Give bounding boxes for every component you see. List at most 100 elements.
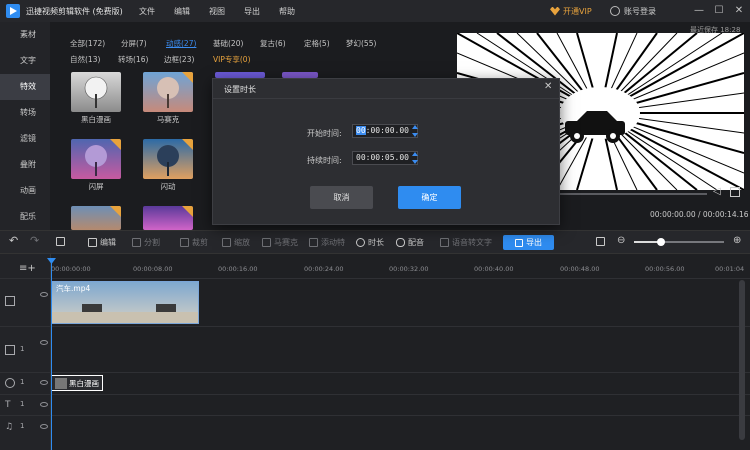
login-label: 账号登录 <box>624 6 656 16</box>
menu-help[interactable]: 帮助 <box>279 6 295 17</box>
start-time-hours: 00 <box>356 126 366 135</box>
speech-icon <box>440 238 449 247</box>
ruler-label: 00:00:24.00 <box>304 265 344 273</box>
category-all[interactable]: 全部(172) <box>70 38 105 49</box>
sidebar-item-media[interactable]: 素材 <box>0 22 50 48</box>
edit-icon <box>88 238 97 247</box>
voice-button[interactable]: 配音 <box>396 237 424 248</box>
speech-label: 语音转文字 <box>452 238 492 247</box>
snapshot-icon[interactable] <box>596 237 605 246</box>
eye-icon[interactable] <box>40 424 48 429</box>
sidebar-item-overlay[interactable]: 叠附 <box>0 152 50 178</box>
delete-button[interactable] <box>56 237 65 246</box>
microphone-icon <box>396 238 405 247</box>
start-time-rest: :00:00.00 <box>365 126 409 135</box>
split-button[interactable]: 分割 <box>132 237 160 248</box>
start-time-spinner[interactable] <box>411 125 418 137</box>
track-divider <box>0 415 750 416</box>
speech-to-text-button[interactable]: 语音转文字 <box>440 237 492 248</box>
export-button[interactable]: 导出 <box>503 235 554 250</box>
duration-spinner[interactable] <box>411 152 418 164</box>
category-retro[interactable]: 复古(6) <box>260 38 286 49</box>
sidebar-item-music[interactable]: 配乐 <box>0 204 50 230</box>
maximize-button[interactable]: ☐ <box>712 4 726 18</box>
edit-label: 编辑 <box>100 238 116 247</box>
category-basic[interactable]: 基础(20) <box>213 38 243 49</box>
mosaic-button[interactable]: 马赛克 <box>262 237 298 248</box>
close-icon[interactable]: ✕ <box>544 81 552 92</box>
crop-icon <box>180 238 189 247</box>
effect-thumbnail-mosaic[interactable] <box>143 72 193 112</box>
effect-clip[interactable]: 黑白漫画 <box>51 375 103 391</box>
ruler-label: 00:00:16.00 <box>218 265 258 273</box>
sidebar-item-text[interactable]: 文字 <box>0 48 50 74</box>
timeline-zoom-handle[interactable] <box>657 238 665 246</box>
category-split[interactable]: 分屏(7) <box>121 38 147 49</box>
split-label: 分割 <box>144 238 160 247</box>
confirm-button[interactable]: 确定 <box>398 186 461 209</box>
volume-icon[interactable]: ◁ <box>713 186 725 198</box>
zoom-in-icon[interactable]: ⊕ <box>733 235 741 246</box>
edit-button[interactable]: 编辑 <box>88 237 116 248</box>
redo-icon[interactable]: ↷ <box>30 234 39 247</box>
cancel-button[interactable]: 取消 <box>310 186 373 209</box>
duration-button[interactable]: 时长 <box>356 237 384 248</box>
mosaic-icon <box>262 238 271 247</box>
close-window-button[interactable]: ✕ <box>732 4 746 18</box>
category-transition[interactable]: 转场(16) <box>118 54 148 65</box>
minimize-button[interactable]: — <box>692 4 706 18</box>
add-track-icon[interactable]: ≡+ <box>19 263 36 274</box>
sidebar-item-effects[interactable]: 特效 <box>0 74 50 100</box>
menu-file[interactable]: 文件 <box>139 6 155 17</box>
eye-icon[interactable] <box>40 380 48 385</box>
vip-button[interactable]: 开通VIP <box>550 4 592 18</box>
track-number: 1 <box>20 345 25 353</box>
category-vip[interactable]: VIP专享(0) <box>213 54 251 65</box>
menu-view[interactable]: 视图 <box>209 6 225 17</box>
export-label: 导出 <box>526 238 542 247</box>
motion-button[interactable]: 添动特 <box>309 237 345 248</box>
sidebar-item-transitions[interactable]: 转场 <box>0 100 50 126</box>
playhead[interactable] <box>51 262 52 450</box>
duration-input[interactable]: 00:00:05.00 <box>352 151 418 165</box>
timeline-scrollbar[interactable] <box>739 280 745 440</box>
effect-thumbnail[interactable] <box>71 206 121 230</box>
ruler-label: 00:01:04 <box>715 265 745 273</box>
menu-edit[interactable]: 编辑 <box>174 6 190 17</box>
zoom-out-icon[interactable]: ⊖ <box>617 235 625 246</box>
zoom-button[interactable]: 缩放 <box>222 237 250 248</box>
login-button[interactable]: 账号登录 <box>610 4 656 18</box>
crop-label: 裁剪 <box>192 238 208 247</box>
undo-icon[interactable]: ↶ <box>9 234 18 247</box>
zoom-label: 缩放 <box>234 238 250 247</box>
sidebar-item-animation[interactable]: 动画 <box>0 178 50 204</box>
category-dreamy[interactable]: 梦幻(55) <box>346 38 376 49</box>
effect-thumbnail-flicker[interactable] <box>143 139 193 179</box>
category-border[interactable]: 边框(23) <box>164 54 194 65</box>
ruler-label: 00:00:56.00 <box>645 265 685 273</box>
sidebar: 素材 文字 特效 转场 滤镜 叠附 动画 配乐 <box>0 22 50 230</box>
track-divider <box>0 326 750 327</box>
effect-thumbnail-comic[interactable] <box>71 72 121 112</box>
sidebar-item-filters[interactable]: 滤镜 <box>0 126 50 152</box>
menu-export[interactable]: 导出 <box>244 6 260 17</box>
start-time-label: 开始时间: <box>307 129 342 138</box>
eye-icon[interactable] <box>40 292 48 297</box>
crown-icon <box>550 6 560 16</box>
app-title: 迅捷视频剪辑软件 (免费版) <box>26 7 123 16</box>
category-freeze[interactable]: 定格(5) <box>304 38 330 49</box>
start-time-input[interactable]: 00:00:00.00 <box>352 124 418 138</box>
effect-thumbnail[interactable] <box>143 206 193 230</box>
fullscreen-icon[interactable] <box>730 187 740 197</box>
effect-thumbnail-icon <box>55 377 67 389</box>
category-nature[interactable]: 自然(13) <box>70 54 100 65</box>
motion-label: 添动特 <box>321 238 345 247</box>
eye-icon[interactable] <box>40 340 48 345</box>
crop-button[interactable]: 裁剪 <box>180 237 208 248</box>
category-dynamic[interactable]: 动感(27) <box>166 38 196 49</box>
export-icon <box>515 238 523 247</box>
voice-label: 配音 <box>408 238 424 247</box>
eye-icon[interactable] <box>40 402 48 407</box>
effect-thumbnail-flash[interactable] <box>71 139 121 179</box>
effect-label: 马赛克 <box>156 115 180 124</box>
